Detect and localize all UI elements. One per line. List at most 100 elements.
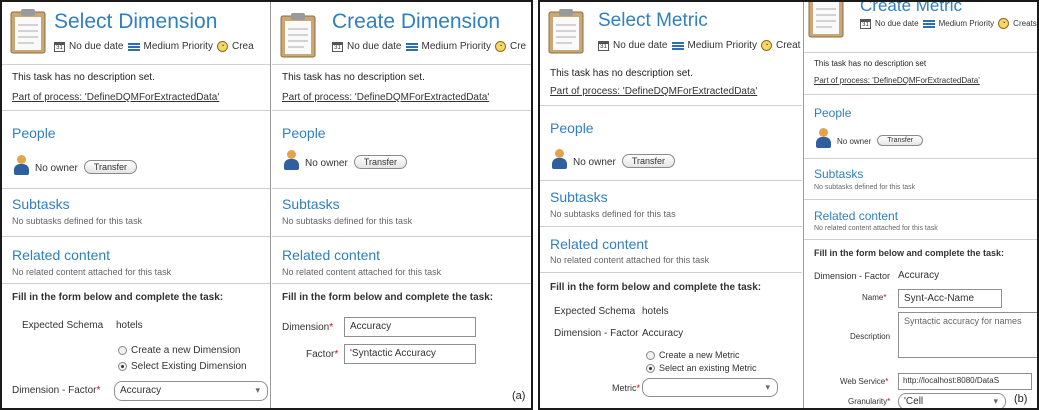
related-text: No related content attached for this tas… [12, 267, 172, 277]
radio-select-dimension[interactable]: Select Existing Dimension [118, 361, 247, 372]
radio-button[interactable] [646, 350, 655, 360]
input-value: Accuracy [350, 321, 392, 332]
task-meta: 31 No due date Medium Priority ◔ Creat [598, 40, 800, 51]
description-label: Description [850, 332, 891, 341]
web-service-input[interactable]: http://localhost:8080/DataS [898, 373, 1032, 390]
chevron-down-icon: ▾ [255, 385, 260, 395]
radio-button[interactable] [118, 362, 127, 371]
task-description: This task has no description set. [550, 68, 693, 79]
dimension-factor-label: Dimension - Factor [554, 328, 639, 339]
form-instruction: Fill in the form below and complete the … [814, 248, 1005, 258]
dimension-factor-label: Dimension - Factor [814, 271, 891, 281]
figure-label-b: (b) [1014, 393, 1028, 405]
chevron-down-icon: ▾ [765, 382, 770, 392]
subtasks-heading: Subtasks [550, 189, 608, 205]
divider [540, 180, 802, 181]
textarea-value: Syntactic accuracy for names [904, 316, 1022, 326]
transfer-button[interactable]: Transfer [621, 154, 675, 168]
radio-button[interactable] [118, 346, 127, 355]
clipboard-icon [280, 13, 316, 58]
divider [272, 110, 531, 111]
priority-link[interactable]: Medium Priority [939, 19, 995, 28]
label-text: Granularity [848, 397, 888, 406]
priority-link[interactable]: Medium Priority [688, 40, 757, 51]
input-value: 'Syntactic Accuracy [350, 348, 436, 359]
label-text: Dimension - Factor [12, 385, 97, 396]
person-icon [552, 149, 567, 169]
dimension-factor-select[interactable]: Accuracy ▾ [114, 381, 268, 401]
granularity-select[interactable]: 'Cell ▾ [898, 393, 1006, 408]
dimension-factor-value: Accuracy [898, 270, 940, 281]
divider [2, 236, 270, 237]
dimension-input[interactable]: Accuracy [344, 317, 476, 337]
created-text: Crea [231, 41, 254, 52]
owner-row: No owner Transfer [284, 150, 407, 170]
priority-link[interactable]: Medium Priority [422, 41, 491, 52]
process-link[interactable]: Part of process: 'DefineDQMForExtractedD… [550, 86, 757, 97]
transfer-button[interactable]: Transfer [83, 160, 137, 174]
panel-divider [270, 2, 271, 408]
task-description: This task has no description set [814, 59, 927, 68]
related-heading: Related content [282, 247, 381, 263]
schema-value: hotels [642, 306, 669, 317]
schema-label: Expected Schema [22, 320, 104, 331]
radio-select-metric[interactable]: Select an existing Metric [646, 363, 757, 373]
radio-button[interactable] [646, 363, 655, 373]
name-input[interactable]: Synt-Acc-Name [898, 289, 1002, 308]
divider [540, 272, 802, 273]
calendar-icon: 31 [860, 18, 871, 29]
subtasks-text: No subtasks defined for this task [814, 184, 916, 191]
input-value: http://localhost:8080/DataS [903, 376, 1000, 385]
task-header: Select Dimension 31 No due date Medium P… [2, 2, 270, 62]
task-meta: 31 No due date Medium Priority ◔ Cre [332, 41, 526, 52]
due-date-link[interactable]: No due date [613, 40, 668, 51]
task-description: This task has no description set. [282, 72, 425, 83]
metric-label: Metric* [612, 383, 641, 393]
metric-select[interactable]: ▾ [642, 378, 778, 397]
figure-label-a: (a) [512, 390, 526, 402]
divider [804, 158, 1037, 159]
due-date-link[interactable]: No due date [69, 41, 124, 52]
transfer-button[interactable]: Transfer [877, 134, 924, 146]
due-date-link[interactable]: No due date [347, 41, 402, 52]
clock-icon: ◔ [494, 41, 506, 52]
priority-link[interactable]: Medium Priority [144, 41, 213, 52]
related-text: No related content attached for this tas… [814, 225, 938, 232]
process-link[interactable]: Part of process: 'DefineDQMForExtractedD… [12, 92, 219, 103]
divider [540, 226, 802, 227]
selected-value: 'Cell [904, 396, 924, 407]
divider [804, 199, 1037, 200]
transfer-button[interactable]: Transfer [353, 155, 407, 169]
radio-create-metric[interactable]: Create a new Metric [646, 350, 740, 360]
process-link[interactable]: Part of process: 'DefineDQMForExtractedD… [814, 76, 980, 85]
page-title: Select Dimension [54, 10, 218, 33]
description-textarea[interactable]: Syntactic accuracy for names [898, 312, 1037, 358]
page-title: Create Metric [860, 2, 963, 15]
clock-icon: ◔ [216, 41, 228, 52]
priority-icon [405, 42, 418, 51]
process-link[interactable]: Part of process: 'DefineDQMForExtractedD… [282, 92, 489, 103]
task-header: Select Metric 31 No due date Medium Prio… [540, 2, 802, 62]
select-dimension-panel: Select Dimension 31 No due date Medium P… [2, 2, 270, 408]
related-text: No related content attached for this tas… [550, 255, 710, 265]
figure-group-a: Select Dimension 31 No due date Medium P… [0, 0, 533, 410]
due-date-link[interactable]: No due date [875, 19, 919, 28]
priority-icon [671, 41, 684, 50]
factor-input[interactable]: 'Syntactic Accuracy [344, 344, 476, 364]
related-heading: Related content [12, 247, 111, 263]
radio-create-dimension[interactable]: Create a new Dimension [118, 345, 241, 356]
clipboard-icon [548, 9, 584, 54]
people-heading: People [550, 120, 594, 136]
task-header: Create Dimension 31 No due date Medium P… [272, 2, 531, 62]
calendar-icon: 31 [332, 41, 343, 52]
page-title: Create Dimension [332, 10, 501, 33]
input-value: Synt-Acc-Name [904, 293, 975, 304]
clock-icon: ◔ [998, 18, 1010, 29]
create-metric-panel: Create Metric 31 No due date Medium Prio… [804, 2, 1037, 408]
schema-value: hotels [116, 320, 143, 331]
subtasks-text: No subtasks defined for this task [282, 216, 413, 226]
figure-group-b: Select Metric 31 No due date Medium Prio… [538, 0, 1039, 410]
owner-row: No owner Transfer [14, 155, 137, 175]
divider [804, 94, 1037, 95]
divider [2, 188, 270, 189]
